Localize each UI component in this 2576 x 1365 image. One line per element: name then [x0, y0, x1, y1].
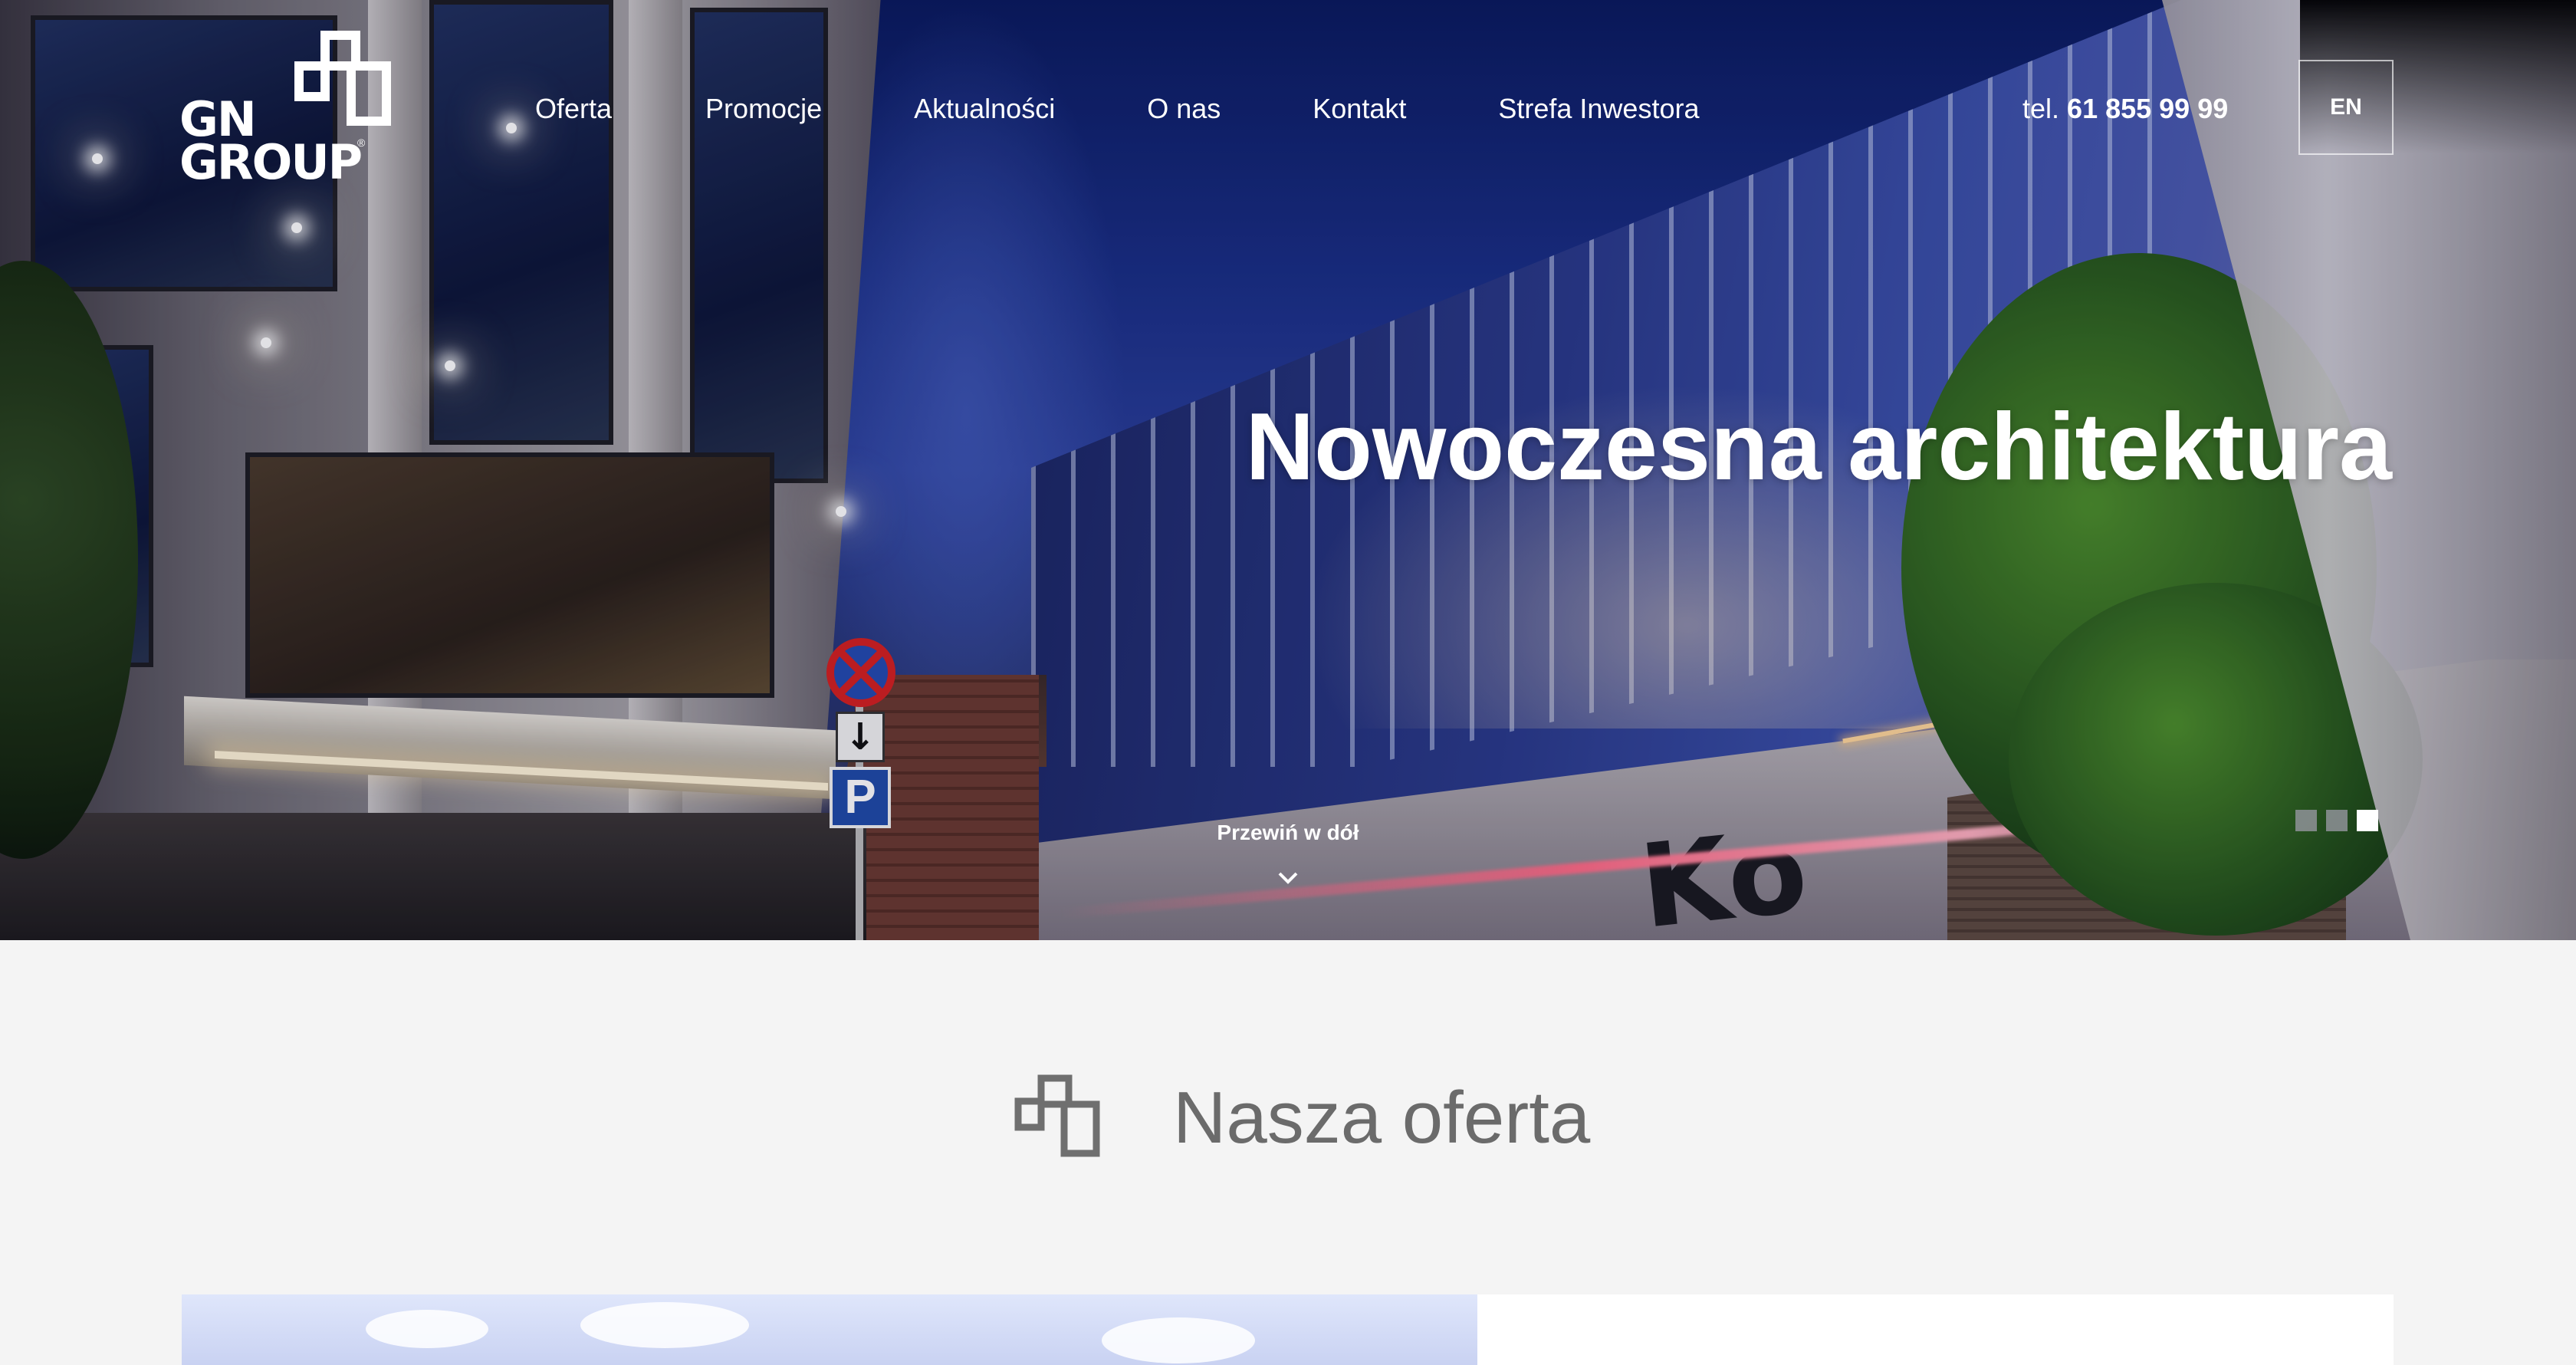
logo-text: GN GROUP [179, 91, 363, 190]
gn-group-logo[interactable]: GN GROUP ® [179, 31, 402, 192]
nav-item-promocje[interactable]: Promocje [705, 89, 822, 129]
slider-pagination [2295, 810, 2378, 831]
nav-item-strefa-inwestora[interactable]: Strefa Inwestora [1498, 89, 1699, 129]
hero-slider: Ko ↓ P GN GROUP ® Oferta Promocje Aktual… [0, 0, 2576, 940]
slider-dot-2[interactable] [2326, 810, 2348, 831]
offer-blocks-icon [1014, 1074, 1100, 1157]
nav-item-oferta[interactable]: Oferta [535, 89, 612, 129]
offer-title: Nasza oferta [1173, 1077, 1591, 1159]
slider-dot-3[interactable] [2357, 810, 2378, 831]
nav-item-kontakt[interactable]: Kontakt [1313, 89, 1406, 129]
nav-item-aktualnosci[interactable]: Aktualności [914, 89, 1055, 129]
registered-mark: ® [357, 136, 366, 149]
phone-link[interactable]: tel. 61 855 99 99 [2022, 89, 2228, 129]
slider-dot-1[interactable] [2295, 810, 2317, 831]
scroll-down-link[interactable]: Przewiń w dół [1211, 821, 1365, 845]
chevron-down-icon[interactable] [1276, 869, 1300, 887]
main-nav: Oferta Promocje Aktualności O nas Kontak… [535, 89, 1699, 129]
language-switch-button[interactable]: EN [2298, 60, 2394, 155]
nav-item-o-nas[interactable]: O nas [1147, 89, 1221, 129]
offer-card-panel [1477, 1294, 2394, 1365]
phone-prefix: tel. [2022, 93, 2060, 124]
hero-headline: Nowoczesna architektura [1245, 394, 2392, 500]
phone-number: 61 855 99 99 [2067, 93, 2229, 124]
offer-card-image[interactable] [182, 1294, 1477, 1365]
